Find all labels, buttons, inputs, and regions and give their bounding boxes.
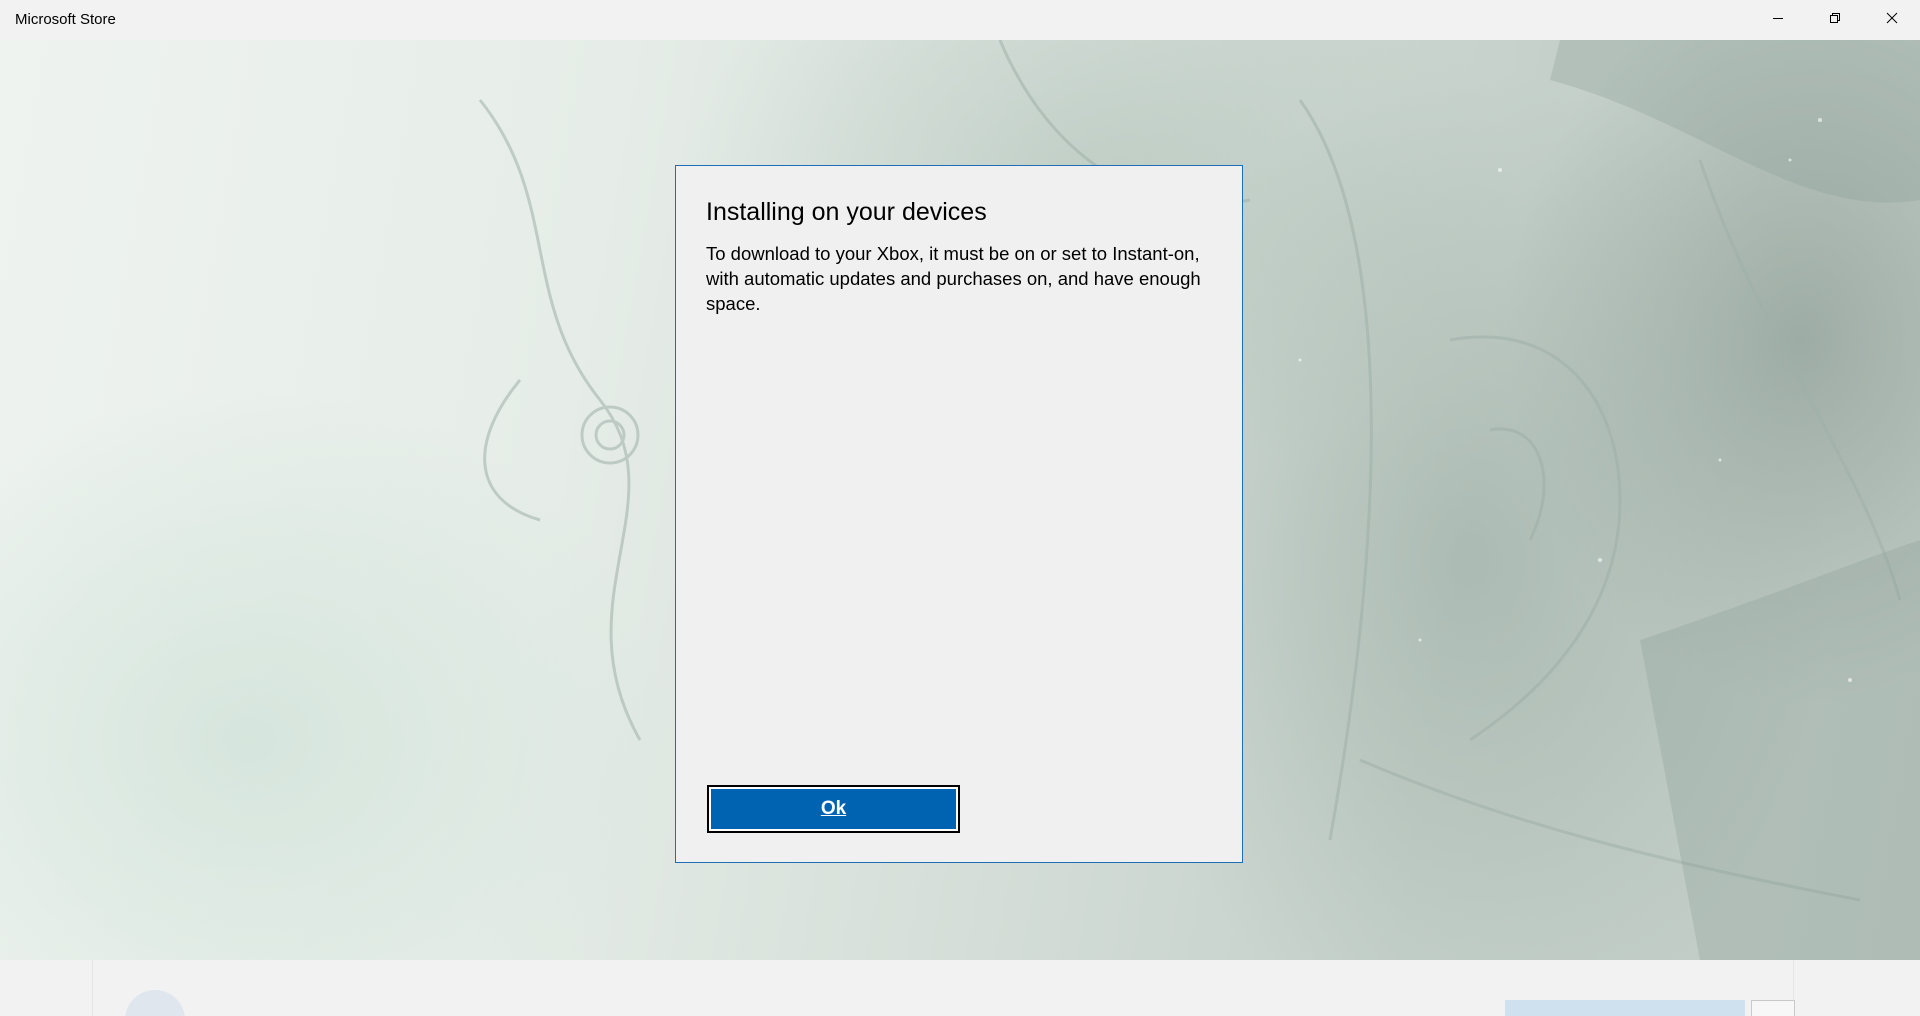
dialog-title: Installing on your devices (706, 198, 987, 226)
app-window: Microsoft Store Installing on your devic… (0, 0, 1920, 1016)
restore-button[interactable] (1806, 0, 1863, 40)
minimize-icon (1772, 11, 1784, 29)
dialog-message: To download to your Xbox, it must be on … (706, 243, 1201, 314)
close-icon (1886, 11, 1898, 29)
install-info-dialog: Installing on your devices To download t… (675, 165, 1243, 863)
window-controls (1749, 0, 1920, 40)
title-bar[interactable]: Microsoft Store (0, 0, 1920, 40)
minimize-button[interactable] (1749, 0, 1806, 40)
get-button[interactable] (1505, 1000, 1745, 1016)
ok-button[interactable]: Ok (707, 785, 960, 833)
window-title: Microsoft Store (15, 11, 116, 28)
restore-icon (1829, 11, 1841, 29)
more-options-button[interactable] (1751, 1000, 1795, 1016)
close-button[interactable] (1863, 0, 1920, 40)
product-action-bar (0, 960, 1920, 1016)
